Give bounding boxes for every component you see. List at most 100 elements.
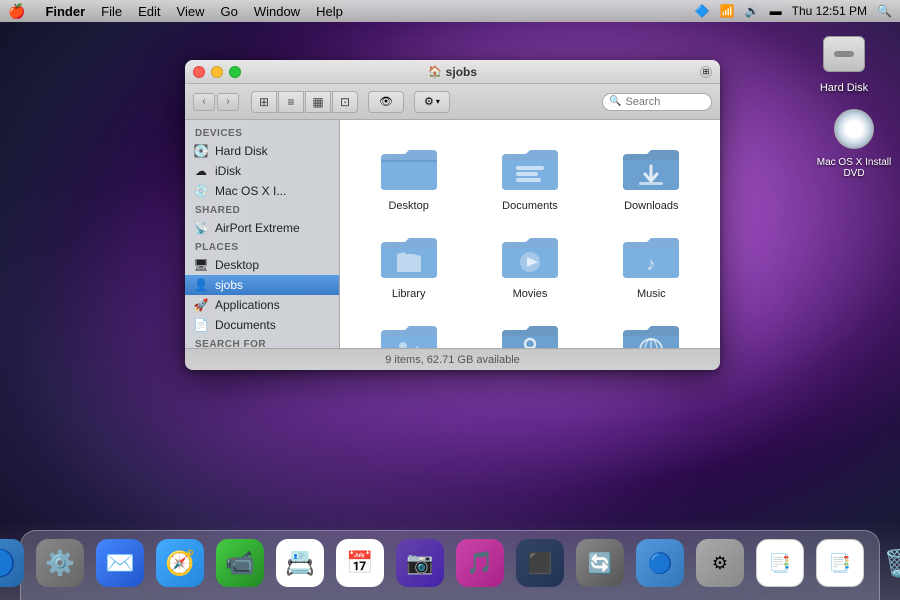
- airport-icon: 📡: [193, 220, 209, 236]
- dock-item-ical[interactable]: 📅: [333, 536, 387, 590]
- movies-folder-label: Movies: [513, 288, 548, 300]
- desktop-icon-hard-disk[interactable]: Hard Disk: [804, 30, 884, 94]
- sidebar-item-idisk-label: iDisk: [215, 164, 241, 178]
- wifi-icon[interactable]: 📶: [720, 4, 735, 18]
- folder-grid: Desktop Documents: [340, 120, 720, 348]
- maximize-button[interactable]: [229, 66, 241, 78]
- eye-icon: 👁: [379, 95, 393, 108]
- downloads-folder-label: Downloads: [624, 200, 678, 212]
- dock-item-trash[interactable]: 🗑️: [873, 536, 900, 590]
- dock-item-system-prefs[interactable]: ⚙️: [33, 536, 87, 590]
- dock-item-mail[interactable]: ✉️: [93, 536, 147, 590]
- column-view-button[interactable]: ▦: [305, 91, 331, 113]
- menubar: 🍎 Finder File Edit View Go Window Help 🔷…: [0, 0, 900, 22]
- search-input[interactable]: [625, 96, 705, 108]
- library-folder-label: Library: [392, 288, 426, 300]
- icon-view-button[interactable]: ⊞: [251, 91, 277, 113]
- dock-item-itunes[interactable]: 🎵: [453, 536, 507, 590]
- folder-public[interactable]: Public: [473, 312, 586, 348]
- documents-folder-label: Documents: [502, 200, 558, 212]
- minimize-button[interactable]: [211, 66, 223, 78]
- folder-desktop[interactable]: Desktop: [352, 136, 465, 216]
- dock-item-app1[interactable]: 🔵: [633, 536, 687, 590]
- menubar-edit[interactable]: Edit: [138, 4, 160, 19]
- sidebar-item-sjobs[interactable]: 👤 sjobs: [185, 275, 339, 295]
- window-body: DEVICES 💽 Hard Disk ☁ iDisk 💿 Mac OS X I…: [185, 120, 720, 348]
- documents-sidebar-icon: 📄: [193, 317, 209, 333]
- menubar-view[interactable]: View: [177, 4, 205, 19]
- dock: 🔵 ⚙️ ✉️ 🧭 📹 📇 📅 📷 🎵: [0, 520, 900, 600]
- dock-items: 🔵 ⚙️ ✉️ 🧭 📹 📇 📅 📷 🎵: [0, 536, 900, 596]
- folder-library[interactable]: Library: [352, 224, 465, 304]
- sjobs-icon: 👤: [193, 277, 209, 293]
- dock-item-facetime[interactable]: 📹: [213, 536, 267, 590]
- idisk-icon: ☁: [193, 163, 209, 179]
- sidebar-item-airport[interactable]: 📡 AirPort Extreme: [185, 218, 339, 238]
- battery-icon[interactable]: ▬: [770, 4, 782, 18]
- folder-documents[interactable]: Documents: [473, 136, 586, 216]
- list-view-button[interactable]: ≡: [278, 91, 304, 113]
- close-button[interactable]: [193, 66, 205, 78]
- folder-sites[interactable]: Sites: [595, 312, 708, 348]
- status-text: 9 items, 62.71 GB available: [385, 354, 520, 366]
- status-bar: 9 items, 62.71 GB available: [185, 348, 720, 370]
- desktop-icon-dvd[interactable]: Mac OS X Install DVD: [814, 105, 894, 179]
- sidebar-item-airport-label: AirPort Extreme: [215, 221, 300, 235]
- eye-button[interactable]: 👁: [368, 91, 404, 113]
- sites-folder-icon: [619, 316, 683, 348]
- sidebar-item-documents-label: Documents: [215, 318, 276, 332]
- dock-item-safari[interactable]: 🧭: [153, 536, 207, 590]
- apple-menu[interactable]: 🍎: [8, 3, 25, 20]
- dock-item-address-book[interactable]: 📇: [273, 536, 327, 590]
- sidebar-item-sjobs-label: sjobs: [215, 278, 243, 292]
- content-area: Desktop Documents: [340, 120, 720, 348]
- cover-view-button[interactable]: ⊡: [332, 91, 358, 113]
- sidebar-item-documents[interactable]: 📄 Documents: [185, 315, 339, 335]
- svg-text:♪: ♪: [647, 254, 656, 274]
- resize-button[interactable]: ⊞: [700, 66, 712, 78]
- spotlight-icon[interactable]: 🔍: [877, 4, 892, 18]
- sidebar-item-desktop[interactable]: 🖥 Desktop: [185, 255, 339, 275]
- public-folder-icon: [498, 316, 562, 348]
- music-folder-icon: ♪: [619, 228, 683, 284]
- folder-downloads[interactable]: Downloads: [595, 136, 708, 216]
- applications-sidebar-icon: 🚀: [193, 297, 209, 313]
- bluetooth-icon[interactable]: 🔷: [695, 4, 710, 18]
- sidebar-item-macosx[interactable]: 💿 Mac OS X I...: [185, 181, 339, 201]
- sidebar-search-header: SEARCH FOR: [185, 335, 339, 348]
- menubar-go[interactable]: Go: [220, 4, 237, 19]
- dock-item-spaces[interactable]: ⬛: [513, 536, 567, 590]
- music-folder-label: Music: [637, 288, 666, 300]
- pictures-folder-icon: [377, 316, 441, 348]
- title-bar: 🏠 sjobs ⊞: [185, 60, 720, 84]
- hard-disk-icon: [820, 30, 868, 78]
- menubar-finder[interactable]: Finder: [45, 4, 85, 19]
- search-box[interactable]: 🔍: [602, 93, 712, 111]
- menubar-file[interactable]: File: [101, 4, 122, 19]
- sidebar: DEVICES 💽 Hard Disk ☁ iDisk 💿 Mac OS X I…: [185, 120, 340, 348]
- action-button[interactable]: ⚙ ▾: [414, 91, 450, 113]
- dock-item-pdf2[interactable]: 📑: [813, 536, 867, 590]
- menubar-window[interactable]: Window: [254, 4, 300, 19]
- toolbar: ‹ › ⊞ ≡ ▦ ⊡ 👁 ⚙ ▾ 🔍: [185, 84, 720, 120]
- nav-buttons: ‹ ›: [193, 93, 239, 111]
- forward-button[interactable]: ›: [217, 93, 239, 111]
- sidebar-item-applications[interactable]: 🚀 Applications: [185, 295, 339, 315]
- sidebar-item-hard-disk[interactable]: 💽 Hard Disk: [185, 141, 339, 161]
- movies-folder-icon: [498, 228, 562, 284]
- volume-icon[interactable]: 🔊: [745, 4, 760, 18]
- hard-disk-label: Hard Disk: [820, 82, 868, 94]
- folder-music[interactable]: ♪ Music: [595, 224, 708, 304]
- dock-item-pdf1[interactable]: 📑: [753, 536, 807, 590]
- dock-item-timemachine[interactable]: 🔄: [573, 536, 627, 590]
- sidebar-item-idisk[interactable]: ☁ iDisk: [185, 161, 339, 181]
- menubar-help[interactable]: Help: [316, 4, 343, 19]
- action-chevron: ▾: [436, 97, 440, 106]
- folder-movies[interactable]: Movies: [473, 224, 586, 304]
- back-button[interactable]: ‹: [193, 93, 215, 111]
- search-icon: 🔍: [609, 96, 621, 107]
- folder-pictures[interactable]: Pictures: [352, 312, 465, 348]
- dock-item-finder[interactable]: 🔵: [0, 536, 27, 590]
- dock-item-iphoto[interactable]: 📷: [393, 536, 447, 590]
- dock-item-app2[interactable]: ⚙: [693, 536, 747, 590]
